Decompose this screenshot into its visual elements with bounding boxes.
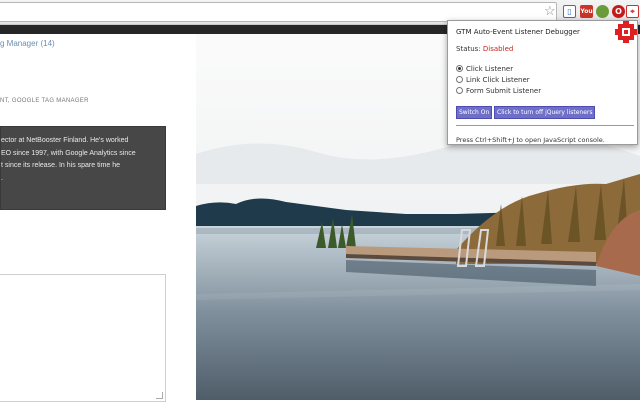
post-tags[interactable]: NT, GOOGLE TAG MANAGER	[0, 98, 89, 104]
option-click-listener[interactable]: Click Listener	[456, 63, 541, 74]
status-label: Status:	[456, 45, 481, 53]
listener-options: Click Listener Link Click Listener Form …	[456, 63, 541, 96]
resize-grip-icon[interactable]	[156, 392, 163, 399]
option-label: Click Listener	[466, 64, 514, 73]
address-bar[interactable]	[0, 2, 557, 22]
author-bio-text: ector at NetBooster Finland. He's worked…	[1, 137, 136, 182]
bookmark-star-icon[interactable]: ☆	[544, 2, 556, 20]
jquery-listeners-button[interactable]: Click to turn off jQuery listeners	[494, 106, 596, 119]
popup-title: GTM Auto-Event Listener Debugger	[456, 28, 580, 36]
youtube-extension-icon[interactable]: You	[580, 5, 593, 18]
option-label: Form Submit Listener	[466, 86, 542, 95]
gtm-debugger-logo-icon	[615, 21, 637, 43]
page-extension-icon[interactable]: ▯	[563, 5, 576, 18]
radio-icon[interactable]	[456, 76, 463, 83]
switch-on-button[interactable]: Switch On	[456, 106, 493, 119]
option-label: Link Click Listener	[466, 75, 530, 84]
option-link-click-listener[interactable]: Link Click Listener	[456, 74, 541, 85]
extension-popup: GTM Auto-Event Listener Debugger Status:…	[447, 20, 638, 145]
author-bio-box: ector at NetBooster Finland. He's worked…	[0, 126, 166, 210]
comment-textarea[interactable]	[0, 274, 166, 402]
article-column: g Manager (14) NT, GOOGLE TAG MANAGER ec…	[0, 34, 196, 402]
radio-selected-icon[interactable]	[456, 65, 463, 72]
category-link[interactable]: g Manager (14)	[0, 39, 55, 48]
green-extension-icon[interactable]	[596, 5, 609, 18]
radio-icon[interactable]	[456, 87, 463, 94]
option-form-submit-listener[interactable]: Form Submit Listener	[456, 85, 541, 96]
popup-status: Status: Disabled	[456, 45, 513, 53]
status-value: Disabled	[482, 45, 514, 53]
opera-extension-icon[interactable]: O	[612, 5, 625, 18]
console-hint: Press Ctrl+Shift+J to open JavaScript co…	[456, 136, 605, 144]
popup-divider	[456, 125, 634, 126]
gtm-debugger-extension-icon[interactable]: ⌖	[626, 5, 639, 18]
